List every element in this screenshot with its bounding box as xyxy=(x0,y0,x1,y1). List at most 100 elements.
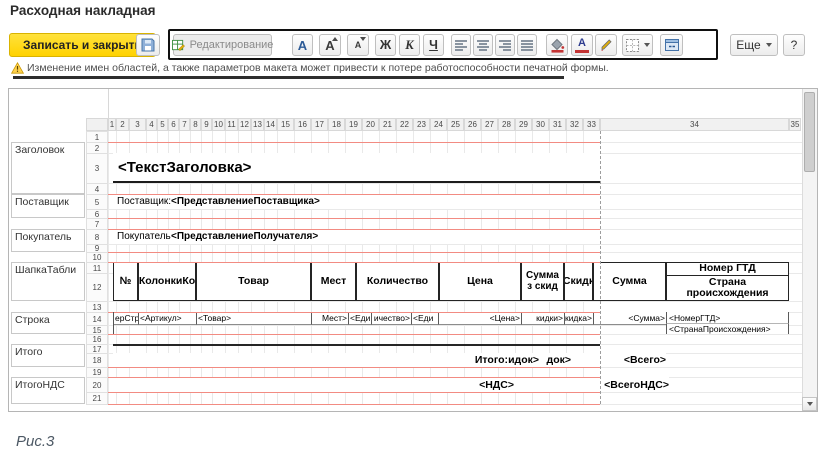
font-color-button[interactable]: А xyxy=(571,34,593,56)
column-header-3[interactable]: 3 xyxy=(129,118,146,131)
row-header-20[interactable]: 20 xyxy=(86,377,108,393)
cell-row-discount[interactable]: кидка> xyxy=(564,312,593,325)
cell-row-sum[interactable]: <Сумма> xyxy=(593,312,666,325)
cell-supplier-label[interactable]: Поставщик: xyxy=(117,194,175,209)
row-header-12[interactable]: 12 xyxy=(86,273,108,302)
cell-row-num[interactable]: ерСтр xyxy=(113,312,138,325)
scrollbar-thumb[interactable] xyxy=(804,92,815,172)
cell-row-unit2[interactable]: <Еди xyxy=(411,312,438,325)
cell-total-discount[interactable]: док> xyxy=(541,353,571,367)
cell-row-sum-nodisc[interactable]: кидки> xyxy=(521,312,564,325)
fill-color-button[interactable] xyxy=(546,34,568,56)
cell-total-label[interactable]: Итого: xyxy=(438,353,508,367)
italic-button[interactable]: К xyxy=(399,34,420,56)
cell-head-country[interactable]: Страна происхождения xyxy=(666,275,789,301)
cell-buyer-value[interactable]: <ПредставлениеПолучателя> xyxy=(171,229,481,244)
cell-head-sum[interactable]: Сумма xyxy=(593,262,666,301)
font-button[interactable]: А xyxy=(292,34,313,56)
cell-total-sum[interactable]: <Всего> xyxy=(593,353,666,367)
column-header-17[interactable]: 17 xyxy=(311,118,328,131)
area-label[interactable]: Итого xyxy=(11,344,85,367)
cell-head-price[interactable]: Цена xyxy=(439,262,521,301)
align-left-button[interactable] xyxy=(451,34,471,56)
cell-row-qty[interactable]: ичество> xyxy=(371,312,411,325)
cell-vat-label[interactable]: <НДС> xyxy=(438,377,514,392)
column-header-5[interactable]: 5 xyxy=(157,118,168,131)
more-button[interactable]: Еще xyxy=(730,34,778,56)
cell-supplier-value[interactable]: <ПредставлениеПоставщика> xyxy=(171,194,481,209)
column-header-15[interactable]: 15 xyxy=(277,118,294,131)
row-header-5[interactable]: 5 xyxy=(86,194,108,210)
area-label[interactable]: ШапкаТабли xyxy=(11,262,85,301)
cell-row-gtd[interactable]: <НомерГТД> xyxy=(666,312,789,324)
column-header-22[interactable]: 22 xyxy=(396,118,413,131)
column-header-19[interactable]: 19 xyxy=(345,118,362,131)
cell-row-price[interactable]: <Цена> xyxy=(438,312,521,325)
borders-button[interactable] xyxy=(622,34,653,56)
column-header-13[interactable]: 13 xyxy=(251,118,264,131)
cell-head-sum-nodisc[interactable]: Сумма з скид xyxy=(521,262,564,301)
border-color-button[interactable] xyxy=(595,34,617,56)
column-header-31[interactable]: 31 xyxy=(549,118,566,131)
row-header-18[interactable]: 18 xyxy=(86,353,108,368)
cell-head-goods[interactable]: Товар xyxy=(196,262,311,301)
column-header-7[interactable]: 7 xyxy=(179,118,190,131)
row-header-14[interactable]: 14 xyxy=(86,312,108,326)
align-right-button[interactable] xyxy=(495,34,515,56)
cell-title[interactable]: <ТекстЗаголовка> xyxy=(113,153,600,183)
cell-head-places[interactable]: Мест xyxy=(311,262,356,301)
column-header-18[interactable]: 18 xyxy=(328,118,345,131)
area-label[interactable]: Поставщик xyxy=(11,194,85,218)
column-header-26[interactable]: 26 xyxy=(464,118,481,131)
column-header-9[interactable]: 9 xyxy=(201,118,212,131)
help-button[interactable]: ? xyxy=(783,34,805,56)
column-header-28[interactable]: 28 xyxy=(498,118,515,131)
corner-header[interactable] xyxy=(86,118,108,131)
area-label[interactable]: Строка xyxy=(11,312,85,334)
row-header-8[interactable]: 8 xyxy=(86,229,108,245)
column-header-29[interactable]: 29 xyxy=(515,118,532,131)
area-label[interactable]: Заголовок xyxy=(11,142,85,194)
column-header-11[interactable]: 11 xyxy=(225,118,238,131)
row-header-3[interactable]: 3 xyxy=(86,153,108,184)
edit-mode-button[interactable]: Редактирование xyxy=(173,34,272,56)
cell-head-num[interactable]: № xyxy=(113,262,138,301)
align-justify-button[interactable] xyxy=(517,34,537,56)
cell-row-article[interactable]: <Артикул> xyxy=(138,312,196,325)
font-decrease-button[interactable]: А xyxy=(347,34,369,56)
cell-vat-sum[interactable]: <ВсегоНДС> xyxy=(593,377,669,392)
column-header-35[interactable]: 35 xyxy=(789,118,801,131)
cell-row-goods[interactable]: <Товар> xyxy=(196,312,311,325)
cell-row-places[interactable]: Мест> xyxy=(311,312,348,325)
column-header-14[interactable]: 14 xyxy=(264,118,277,131)
column-header-25[interactable]: 25 xyxy=(447,118,464,131)
underline-button[interactable]: Ч xyxy=(423,34,444,56)
row-header-21[interactable]: 21 xyxy=(86,392,108,405)
column-header-27[interactable]: 27 xyxy=(481,118,498,131)
column-header-4[interactable]: 4 xyxy=(146,118,157,131)
column-header-24[interactable]: 24 xyxy=(430,118,447,131)
column-header-8[interactable]: 8 xyxy=(190,118,201,131)
column-header-21[interactable]: 21 xyxy=(379,118,396,131)
merge-cells-button[interactable] xyxy=(660,34,683,56)
cell-total-nodisc[interactable]: идок> xyxy=(510,353,539,367)
column-header-30[interactable]: 30 xyxy=(532,118,549,131)
column-header-12[interactable]: 12 xyxy=(238,118,251,131)
column-header-6[interactable]: 6 xyxy=(168,118,179,131)
column-header-20[interactable]: 20 xyxy=(362,118,379,131)
area-label[interactable]: ИтогоНДС xyxy=(11,377,85,404)
cell-head-code[interactable]: КолонкиКо xyxy=(138,262,196,301)
column-header-32[interactable]: 32 xyxy=(566,118,583,131)
area-label[interactable]: Покупатель xyxy=(11,229,85,252)
save-and-close-button[interactable]: Записать и закрыть xyxy=(9,33,156,57)
column-header-16[interactable]: 16 xyxy=(294,118,311,131)
scroll-down-button[interactable] xyxy=(802,397,817,411)
cell-row-country[interactable]: <СтранаПроисхождения> xyxy=(666,324,789,334)
column-header-23[interactable]: 23 xyxy=(413,118,430,131)
column-header-2[interactable]: 2 xyxy=(116,118,129,131)
cell-row-unit1[interactable]: <Еди xyxy=(348,312,371,325)
column-header-34[interactable]: 34 xyxy=(600,118,789,131)
cell-head-discount[interactable]: Скидк xyxy=(564,262,593,301)
column-header-10[interactable]: 10 xyxy=(212,118,225,131)
cell-buyer-label[interactable]: Покупатель: xyxy=(117,229,175,244)
